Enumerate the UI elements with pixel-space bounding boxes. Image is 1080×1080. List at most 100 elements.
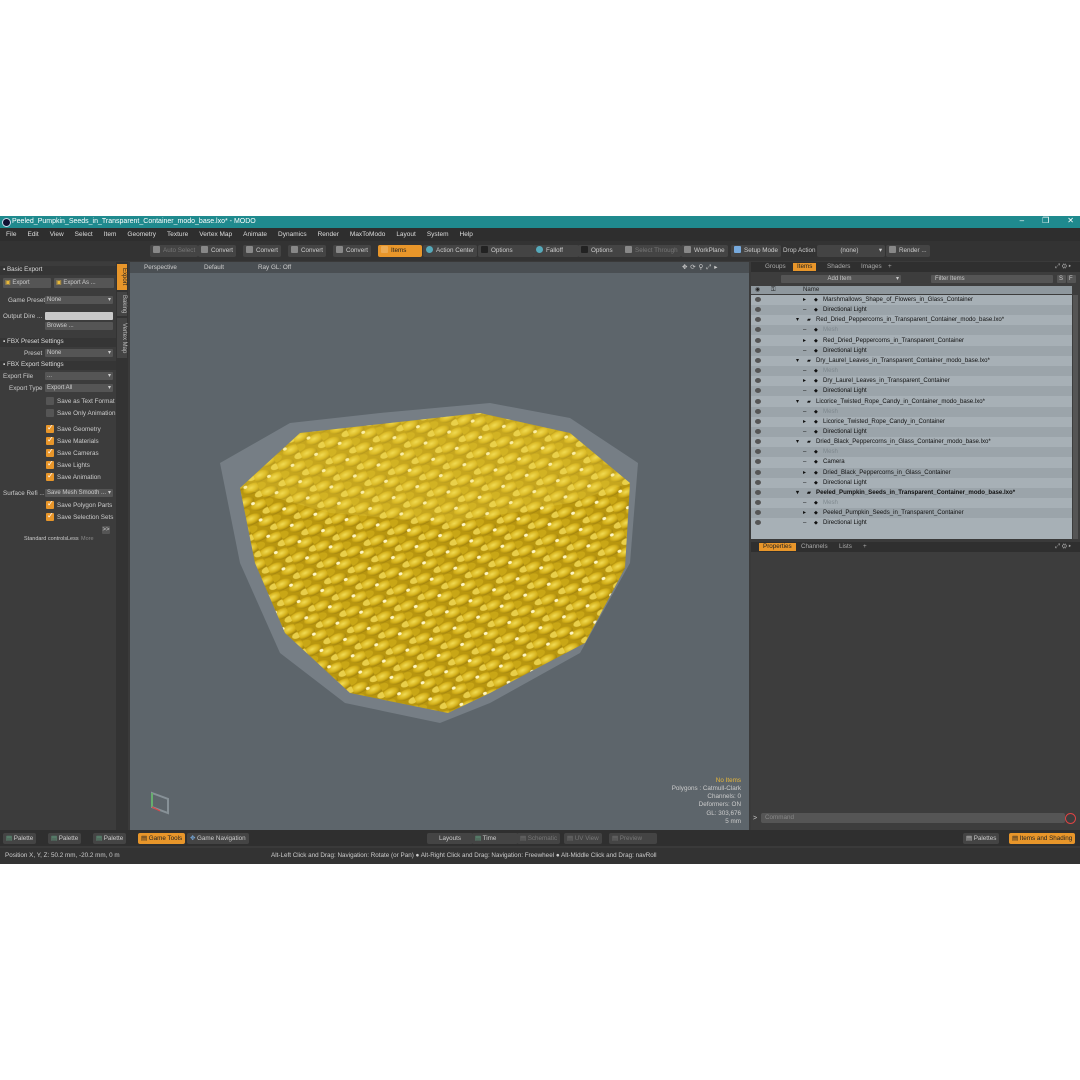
select-through-button[interactable]: Select Through — [622, 245, 681, 257]
menu-render[interactable]: Render — [312, 228, 344, 241]
expand-arrow-icon[interactable]: ▸ — [803, 336, 806, 346]
surface-refinement-select[interactable]: Save Mesh Smooth ... ▾ — [45, 489, 113, 497]
minimize-button[interactable]: ‒ — [1020, 216, 1024, 228]
list-item[interactable]: – ◆ Directional Light — [751, 345, 1072, 356]
palette-button-1[interactable]: ▤ Palette — [3, 833, 37, 844]
visibility-eye-icon[interactable] — [755, 459, 761, 465]
convert-vertices-button[interactable]: Convert — [198, 245, 237, 257]
list-item[interactable]: – ◆ Mesh — [751, 498, 1072, 508]
expand-arrow-icon[interactable]: ▾ — [796, 315, 799, 325]
save-only-animation-checkbox[interactable] — [46, 409, 54, 417]
list-item[interactable]: ▾ ▰ Dry_Laurel_Leaves_in_Transparent_Conta… — [751, 356, 1072, 366]
visibility-eye-icon[interactable] — [755, 327, 761, 333]
expand-arrow-icon[interactable]: ▸ — [803, 417, 806, 427]
basic-export-header[interactable]: ▪ Basic Export — [0, 266, 116, 275]
uv-view-button[interactable]: ▤ UV View — [564, 833, 602, 844]
list-item[interactable]: ▸ ◆ Peeled_Pumpkin_Seeds_in_Transparent_Co… — [751, 508, 1072, 519]
save-animation-checkbox[interactable] — [46, 471, 54, 481]
tab-vertex-map[interactable]: Vertex Map — [117, 318, 127, 358]
command-input[interactable]: Command — [761, 813, 1065, 823]
more-options-button[interactable]: >> — [102, 526, 110, 534]
expand-arrow-icon[interactable]: ▸ — [803, 468, 806, 478]
menu-edit[interactable]: Edit — [21, 228, 43, 241]
list-item[interactable]: – ◆ Directional Light — [751, 518, 1072, 528]
3d-viewport[interactable]: Perspective Default Ray GL: Off ✥⟳⚲⤢▸ No… — [130, 262, 749, 830]
menu-geometry[interactable]: Geometry — [121, 228, 161, 241]
tab-properties[interactable]: Properties — [759, 543, 796, 551]
visibility-eye-icon[interactable] — [755, 398, 761, 404]
items-mode-button[interactable]: Items — [378, 245, 422, 257]
falloff-button[interactable]: Falloff — [533, 245, 579, 257]
visibility-eye-icon[interactable] — [755, 418, 761, 424]
render-button[interactable]: Render ... — [886, 245, 930, 257]
menu-system[interactable]: System — [421, 228, 454, 241]
game-preset-select[interactable]: None ▾ — [45, 296, 113, 304]
list-item[interactable]: – ◆ Mesh — [751, 406, 1072, 417]
menu-select[interactable]: Select — [69, 228, 98, 241]
list-item[interactable]: ▸ ◆ Red_Dried_Peppercorns_in_Transparent_C… — [751, 336, 1072, 346]
visibility-eye-icon[interactable] — [755, 510, 761, 516]
list-item[interactable]: – ◆ Mesh — [751, 325, 1072, 336]
save-lights-checkbox[interactable] — [46, 459, 54, 469]
visibility-eye-icon[interactable] — [755, 378, 761, 384]
raygl-toggle[interactable]: Ray GL: Off — [258, 264, 291, 271]
game-navigation-button[interactable]: ✥ Game Navigation — [187, 833, 249, 844]
menu-dynamics[interactable]: Dynamics — [272, 228, 312, 241]
action-center-button[interactable]: Action Center — [423, 245, 478, 257]
save-geometry-checkbox[interactable] — [46, 423, 54, 433]
action-center-options-button[interactable]: Options — [478, 245, 534, 257]
list-item[interactable]: ▸ ◆ Marshmallows_Shape_of_Flowers_in_Glass… — [751, 295, 1072, 305]
tab-images[interactable]: Images — [857, 263, 886, 271]
visibility-eye-icon[interactable] — [755, 388, 761, 394]
filter-f-button[interactable]: F — [1067, 275, 1076, 283]
tab-lists[interactable]: Lists — [835, 543, 856, 551]
menu-layout[interactable]: Layout — [390, 228, 421, 241]
more-link[interactable]: More — [81, 536, 94, 542]
visibility-eye-icon[interactable] — [755, 337, 761, 343]
visibility-eye-icon[interactable] — [755, 347, 761, 353]
output-dir-field[interactable] — [45, 312, 113, 320]
visibility-eye-icon[interactable] — [755, 489, 761, 495]
menu-view[interactable]: View — [44, 228, 69, 241]
schematic-button[interactable]: ▤ Schematic — [517, 833, 561, 844]
list-item[interactable]: – ◆ Camera — [751, 457, 1072, 467]
tab-groups[interactable]: Groups — [761, 263, 790, 271]
add-props-tab-button[interactable]: + — [859, 543, 871, 551]
convert-materials-button[interactable]: Convert — [333, 245, 372, 257]
shading-default[interactable]: Default — [204, 264, 224, 271]
panel-options-icon[interactable]: ⤢ ⚙ ▸ — [1051, 543, 1075, 551]
expand-arrow-icon[interactable]: ▾ — [796, 488, 799, 498]
menu-texture[interactable]: Texture — [161, 228, 193, 241]
less-link[interactable]: Less — [67, 536, 79, 542]
list-item[interactable]: – ◆ Directional Light — [751, 305, 1072, 316]
expand-arrow-icon[interactable]: ▸ — [803, 508, 806, 518]
convert-polygons-button[interactable]: Convert — [288, 245, 327, 257]
workplane-button[interactable]: WorkPlane — [681, 245, 728, 257]
visibility-eye-icon[interactable] — [755, 500, 761, 505]
command-clear-icon[interactable] — [1065, 813, 1076, 824]
expand-arrow-icon[interactable]: ▾ — [796, 356, 799, 366]
export-as-button[interactable]: ▣ Export As ... — [54, 278, 114, 288]
visibility-eye-icon[interactable] — [755, 479, 761, 485]
time-button[interactable]: ▤ Time — [472, 833, 518, 844]
save-selection-sets-checkbox[interactable] — [46, 511, 54, 521]
expand-arrow-icon[interactable]: ▾ — [796, 397, 799, 407]
save-as-text-checkbox[interactable] — [46, 397, 54, 405]
visibility-eye-icon[interactable] — [755, 520, 761, 526]
visibility-eye-icon[interactable] — [755, 357, 761, 363]
menu-maxtomodo[interactable]: MaxToModo — [344, 228, 390, 241]
visibility-eye-icon[interactable] — [755, 297, 761, 302]
list-item[interactable]: ▸ ◆ Licorice_Twisted_Rope_Candy_in_Contain… — [751, 417, 1072, 427]
fbx-preset-settings-header[interactable]: ▪ FBX Preset Settings — [0, 338, 116, 347]
list-item[interactable]: ▸ ◆ Dried_Black_Peppercorns_in_Glass_Conta… — [751, 467, 1072, 478]
game-tools-button[interactable]: ▤ Game Tools — [138, 833, 186, 844]
menu-file[interactable]: File — [0, 228, 21, 241]
add-item-button[interactable]: Add Item ▾ — [781, 275, 901, 283]
list-item[interactable]: – ◆ Mesh — [751, 447, 1072, 458]
save-materials-checkbox[interactable] — [46, 435, 54, 445]
list-item[interactable]: ▾ ▰ Dried_Black_Peppercorns_in_Glass_Conta… — [751, 437, 1072, 447]
visibility-eye-icon[interactable] — [755, 307, 761, 313]
palette-button-3[interactable]: ▤ Palette — [93, 833, 127, 844]
list-item[interactable]: ▸ ◆ Dry_Laurel_Leaves_in_Transparent_Conta… — [751, 376, 1072, 386]
save-polygon-parts-checkbox[interactable] — [46, 499, 54, 509]
